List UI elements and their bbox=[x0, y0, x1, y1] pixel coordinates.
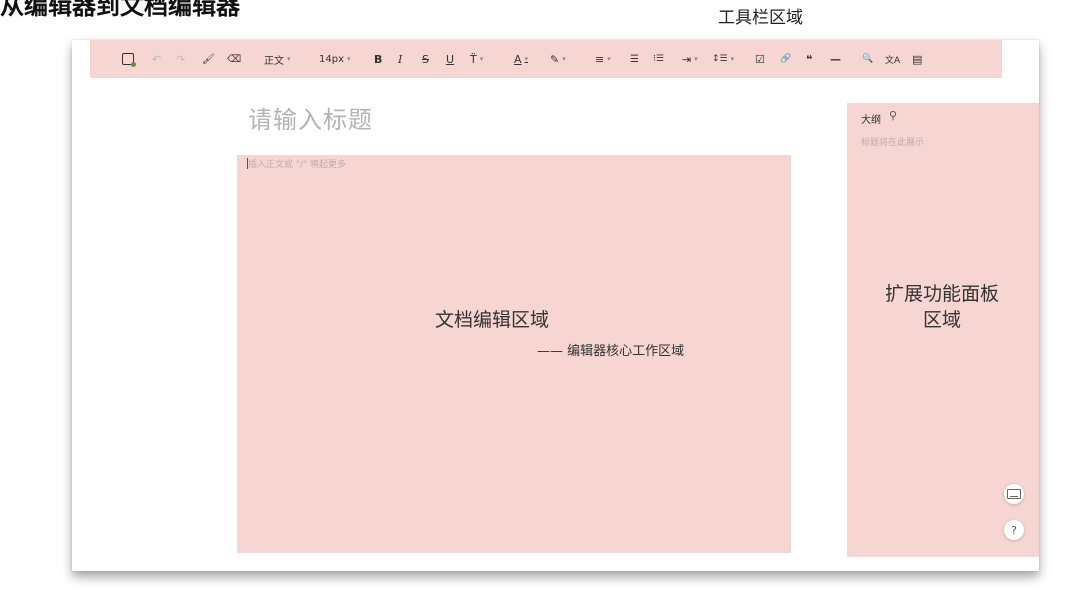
keyboard-icon bbox=[1007, 489, 1021, 499]
italic-icon: I bbox=[398, 52, 403, 66]
extension-panel: 大纲 ⚲ 标题将在此展示 扩展功能面板 区域 ? bbox=[847, 103, 1039, 557]
search-button[interactable]: 🔍 bbox=[862, 50, 873, 68]
toolbar-region-caption: 工具栏区域 bbox=[718, 8, 803, 28]
chevron-down-icon: ▾ bbox=[694, 55, 698, 63]
translate-icon: 文A bbox=[885, 55, 901, 66]
align-left-icon: ≡ bbox=[595, 52, 605, 66]
strikethrough-button[interactable]: S bbox=[422, 50, 429, 68]
body-placeholder: 插入正文或 "/" 唤起更多 bbox=[248, 160, 347, 170]
highlighter-icon: ✎ bbox=[550, 52, 560, 66]
chevron-down-icon: ▾ bbox=[562, 55, 566, 63]
editor-region-caption: 文档编辑区域 bbox=[435, 309, 550, 331]
toolbar: ↶ ↷ 🖌 ⌫ 正文 ▾ 14px ▾ B I S U T̈ ▾ A ▾ ✎ ▾… bbox=[90, 40, 1002, 78]
outline-title: 大纲 bbox=[861, 115, 881, 126]
bold-button[interactable]: B bbox=[374, 50, 382, 68]
undo-icon: ↶ bbox=[152, 52, 162, 66]
divider-icon: — bbox=[830, 52, 841, 66]
quote-button[interactable]: ❝ bbox=[806, 50, 812, 68]
chevron-down-icon: ▾ bbox=[479, 55, 484, 63]
screenshot-stage: 从编辑器到文档编辑器 工具栏区域 ↶ ↷ 🖌 ⌫ 正文 ▾ 14px ▾ B I… bbox=[0, 0, 1080, 602]
redo-button[interactable]: ↷ bbox=[176, 50, 185, 68]
search-icon: 🔍 bbox=[862, 54, 874, 64]
outline-empty-text: 标题将在此展示 bbox=[861, 138, 925, 148]
checkbox-icon: ☑ bbox=[755, 52, 765, 66]
editor-window: ↶ ↷ 🖌 ⌫ 正文 ▾ 14px ▾ B I S U T̈ ▾ A ▾ ✎ ▾… bbox=[72, 40, 1039, 571]
translate-button[interactable]: 文A bbox=[885, 50, 900, 68]
paragraph-style-select[interactable]: 正文 ▾ bbox=[264, 50, 291, 68]
insert-block-icon bbox=[122, 53, 136, 67]
chevron-down-icon: ▾ bbox=[347, 55, 351, 63]
underline-button[interactable]: U bbox=[446, 50, 454, 68]
bold-icon: B bbox=[374, 52, 383, 66]
link-button[interactable]: 🔗 bbox=[780, 50, 791, 68]
highlight-button[interactable]: ✎ ▾ bbox=[550, 50, 566, 68]
align-button[interactable]: ≡ ▾ bbox=[595, 50, 611, 68]
line-height-icon: ↕☰ bbox=[712, 54, 728, 64]
keyboard-shortcuts-button[interactable] bbox=[1004, 484, 1024, 504]
quote-icon: ❝ bbox=[806, 52, 813, 66]
strikethrough-icon: S bbox=[422, 52, 429, 66]
help-button[interactable]: ? bbox=[1004, 520, 1024, 540]
text-style-icon: T̈ bbox=[470, 52, 477, 66]
redo-icon: ↷ bbox=[176, 52, 186, 66]
ordered-list-button[interactable]: ⁝☰ bbox=[653, 50, 664, 68]
pin-icon[interactable]: ⚲ bbox=[889, 109, 897, 122]
italic-button[interactable]: I bbox=[398, 50, 402, 68]
chevron-down-icon: ▾ bbox=[287, 55, 291, 63]
task-list-button[interactable]: ☑ bbox=[755, 50, 765, 68]
underline-icon: U bbox=[446, 52, 455, 66]
bullet-list-icon: ☰ bbox=[630, 53, 639, 65]
font-color-icon: A bbox=[514, 52, 522, 66]
template-button[interactable]: ▤ bbox=[912, 50, 922, 68]
chevron-down-icon: ▾ bbox=[730, 55, 735, 63]
divider-button[interactable]: — bbox=[830, 50, 841, 68]
bullet-list-button[interactable]: ☰ bbox=[630, 50, 639, 68]
line-height-button[interactable]: ↕☰ ▾ bbox=[712, 50, 734, 68]
link-icon: 🔗 bbox=[780, 54, 792, 64]
chevron-down-icon: ▾ bbox=[607, 55, 611, 63]
panel-region-caption-line2: 区域 bbox=[922, 309, 961, 331]
indent-icon: ⇥ bbox=[682, 52, 692, 66]
title-input[interactable]: 请输入标题 bbox=[248, 100, 373, 135]
undo-button[interactable]: ↶ bbox=[152, 50, 161, 68]
clear-format-button[interactable]: ⌫ bbox=[227, 50, 241, 68]
format-painter-button[interactable]: 🖌 bbox=[202, 50, 215, 68]
insert-block-button[interactable] bbox=[122, 50, 136, 68]
more-text-style-button[interactable]: T̈ ▾ bbox=[470, 50, 483, 68]
font-size-select[interactable]: 14px ▾ bbox=[319, 50, 351, 68]
indent-button[interactable]: ⇥ ▾ bbox=[682, 50, 698, 68]
format-painter-icon: 🖌 bbox=[202, 53, 215, 65]
document-editor-area[interactable]: 插入正文或 "/" 唤起更多 文档编辑区域 —— 编辑器核心工作区域 bbox=[237, 155, 791, 553]
page-heading: 从编辑器到文档编辑器 bbox=[0, 0, 240, 20]
editor-region-subcaption: —— 编辑器核心工作区域 bbox=[537, 344, 685, 359]
template-icon: ▤ bbox=[912, 52, 923, 66]
font-size-value: 14px bbox=[319, 53, 344, 65]
paragraph-style-value: 正文 bbox=[264, 55, 284, 67]
panel-region-caption-line1: 扩展功能面板 bbox=[884, 283, 999, 305]
ordered-list-icon: ⁝☰ bbox=[653, 54, 664, 64]
chevron-down-icon: ▾ bbox=[524, 55, 529, 63]
eraser-icon: ⌫ bbox=[227, 53, 242, 65]
font-color-button[interactable]: A ▾ bbox=[514, 50, 528, 68]
help-icon: ? bbox=[1011, 523, 1017, 537]
panel-region-caption: 扩展功能面板 区域 bbox=[867, 281, 1017, 333]
